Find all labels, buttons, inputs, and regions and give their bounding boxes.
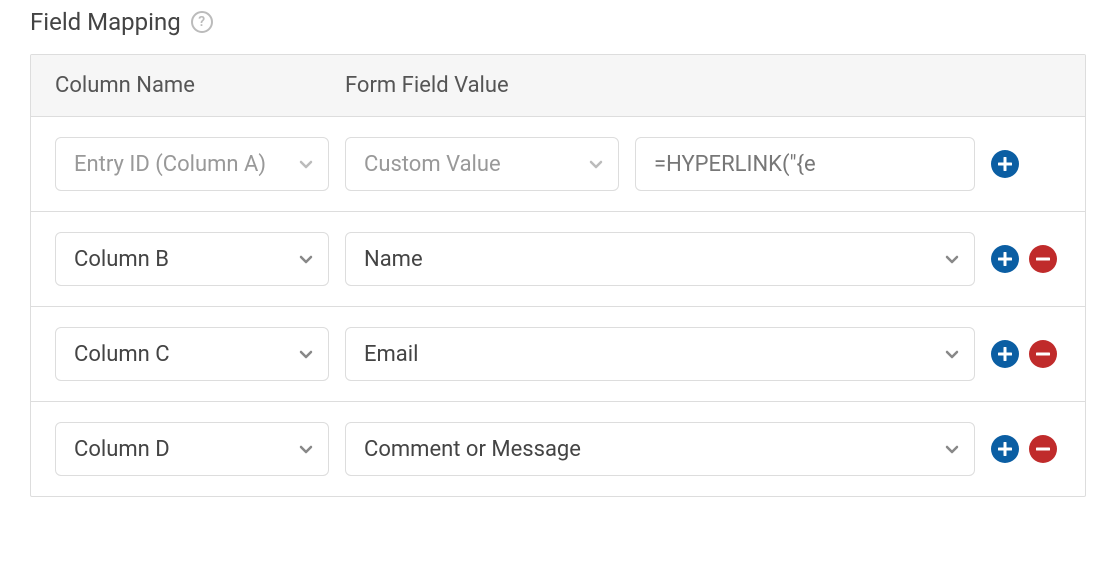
row-actions	[991, 245, 1061, 273]
plus-icon	[998, 442, 1012, 456]
plus-icon	[998, 157, 1012, 171]
field-select-label: Name	[364, 247, 423, 272]
plus-icon	[998, 252, 1012, 266]
add-row-button[interactable]	[991, 245, 1019, 273]
mapping-row: Column C Email	[31, 307, 1085, 402]
field-select-label: Email	[364, 342, 418, 367]
add-row-button[interactable]	[991, 435, 1019, 463]
header-form-field-value: Form Field Value	[345, 73, 1061, 98]
field-select[interactable]: Name	[345, 232, 975, 286]
column-select[interactable]: Column C	[55, 327, 329, 381]
chevron-down-icon	[588, 156, 604, 172]
row-actions	[991, 150, 1061, 178]
field-select[interactable]: Comment or Message	[345, 422, 975, 476]
field-mapping-table: Column Name Form Field Value Entry ID (C…	[30, 54, 1086, 497]
table-header-row: Column Name Form Field Value	[31, 55, 1085, 117]
column-select: Entry ID (Column A)	[55, 137, 329, 191]
minus-icon	[1036, 442, 1050, 456]
header-column-name: Column Name	[55, 73, 345, 98]
column-select-label: Column D	[74, 437, 170, 462]
column-select-label: Column B	[74, 247, 169, 272]
minus-icon	[1036, 252, 1050, 266]
row-actions	[991, 340, 1061, 368]
add-row-button[interactable]	[991, 340, 1019, 368]
help-icon[interactable]: ?	[191, 11, 213, 33]
field-select-label: Custom Value	[364, 152, 501, 177]
mapping-row: Column B Name	[31, 212, 1085, 307]
column-select[interactable]: Column B	[55, 232, 329, 286]
column-select[interactable]: Column D	[55, 422, 329, 476]
chevron-down-icon	[944, 441, 960, 457]
chevron-down-icon	[298, 346, 314, 362]
chevron-down-icon	[944, 346, 960, 362]
remove-row-button[interactable]	[1029, 435, 1057, 463]
mapping-row: Entry ID (Column A) Custom Value	[31, 117, 1085, 212]
remove-row-button[interactable]	[1029, 340, 1057, 368]
chevron-down-icon	[298, 156, 314, 172]
section-title: Field Mapping	[30, 8, 181, 36]
section-header: Field Mapping ?	[30, 8, 1086, 36]
plus-icon	[998, 347, 1012, 361]
chevron-down-icon	[298, 441, 314, 457]
remove-row-button[interactable]	[1029, 245, 1057, 273]
column-select-label: Column C	[74, 342, 170, 367]
column-select-label: Entry ID (Column A)	[74, 152, 266, 177]
row-actions	[991, 435, 1061, 463]
add-row-button[interactable]	[991, 150, 1019, 178]
minus-icon	[1036, 347, 1050, 361]
chevron-down-icon	[944, 251, 960, 267]
mapping-row: Column D Comment or Message	[31, 402, 1085, 496]
custom-value-input[interactable]	[635, 137, 975, 191]
field-select: Custom Value	[345, 137, 619, 191]
field-select[interactable]: Email	[345, 327, 975, 381]
chevron-down-icon	[298, 251, 314, 267]
field-select-label: Comment or Message	[364, 437, 581, 462]
